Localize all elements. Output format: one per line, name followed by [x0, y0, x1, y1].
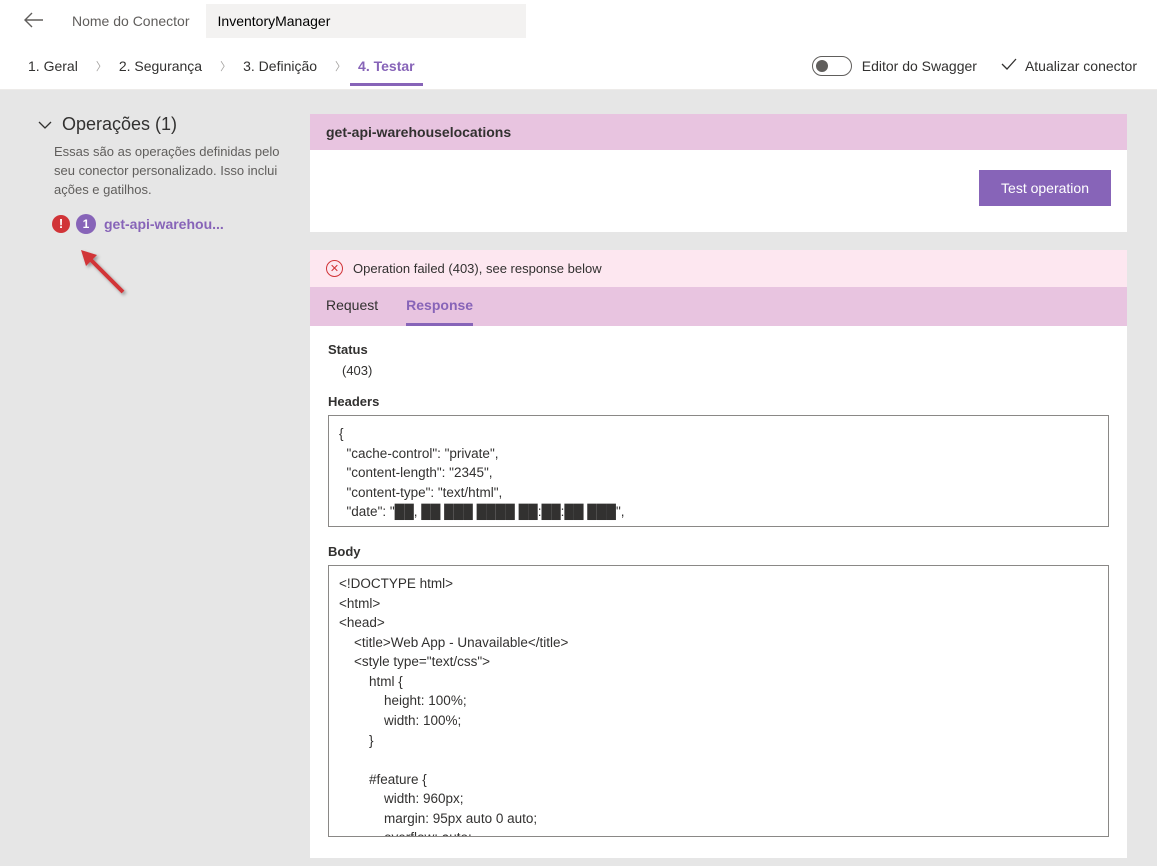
- connector-name-label: Nome do Conector: [72, 13, 190, 29]
- test-operation-button[interactable]: Test operation: [979, 170, 1111, 206]
- operations-sidebar: Operações (1) Essas são as operações def…: [30, 114, 310, 307]
- wizard-tabs-bar: 1. Geral 〉 2. Segurança 〉 3. Definição 〉…: [0, 42, 1157, 90]
- swagger-toggle-wrap: Editor do Swagger: [812, 56, 977, 76]
- chevron-right-icon: 〉: [96, 58, 107, 74]
- operations-header[interactable]: Operações (1): [30, 114, 290, 135]
- operations-description: Essas são as operações definidas pelo se…: [54, 143, 290, 200]
- error-icon: ✕: [326, 260, 343, 277]
- chevron-right-icon: 〉: [220, 58, 231, 74]
- chevron-down-icon: [38, 114, 52, 135]
- error-message: Operation failed (403), see response bel…: [353, 261, 602, 276]
- headers-label: Headers: [328, 394, 1109, 409]
- check-icon: [1001, 57, 1017, 74]
- tab-general[interactable]: 1. Geral: [20, 46, 86, 86]
- update-connector-label: Atualizar conector: [1025, 58, 1137, 74]
- update-connector-button[interactable]: Atualizar conector: [1001, 57, 1137, 74]
- error-banner: ✕ Operation failed (403), see response b…: [310, 250, 1127, 287]
- test-section: Test operation: [310, 150, 1127, 232]
- swagger-toggle[interactable]: [812, 56, 852, 76]
- tab-response[interactable]: Response: [406, 287, 473, 326]
- body-textarea[interactable]: [328, 565, 1109, 837]
- result-tabs: Request Response: [310, 287, 1127, 326]
- operation-name: get-api-warehou...: [104, 216, 224, 232]
- tab-definition[interactable]: 3. Definição: [235, 46, 325, 86]
- tab-security[interactable]: 2. Segurança: [111, 46, 210, 86]
- connector-name-input[interactable]: [206, 4, 526, 38]
- status-label: Status: [328, 342, 1109, 357]
- tab-request[interactable]: Request: [326, 287, 378, 326]
- back-arrow-icon[interactable]: [16, 8, 52, 35]
- annotation-arrow-icon: [75, 244, 290, 307]
- operations-title: Operações (1): [62, 114, 177, 135]
- count-badge: 1: [76, 214, 96, 234]
- chevron-right-icon: 〉: [335, 58, 346, 74]
- operation-item[interactable]: ! 1 get-api-warehou...: [52, 214, 290, 234]
- status-value: (403): [342, 363, 1109, 378]
- body-label: Body: [328, 544, 1109, 559]
- top-bar: Nome do Conector: [0, 0, 1157, 42]
- headers-textarea[interactable]: [328, 415, 1109, 527]
- tab-test[interactable]: 4. Testar: [350, 46, 423, 86]
- response-panel: Status (403) Headers Body: [310, 326, 1127, 858]
- swagger-toggle-label: Editor do Swagger: [862, 58, 977, 74]
- operation-title-bar: get-api-warehouselocations: [310, 114, 1127, 150]
- alert-icon: !: [52, 215, 70, 233]
- main-panel: get-api-warehouselocations Test operatio…: [310, 114, 1127, 858]
